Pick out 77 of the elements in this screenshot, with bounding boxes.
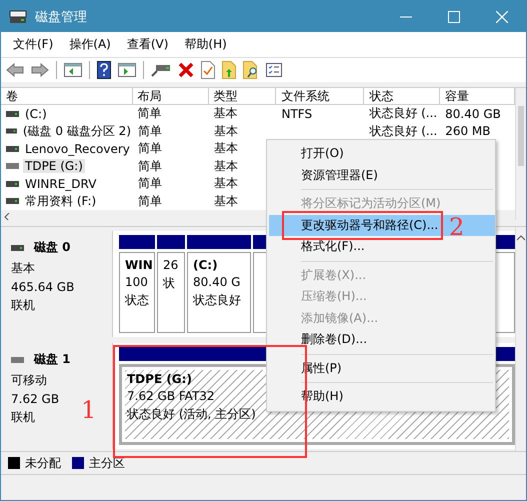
close-icon[interactable]: [496, 10, 508, 22]
table-cell-text: 状态良好 (...: [368, 105, 438, 122]
table-cell-text: NTFS: [280, 106, 314, 121]
drive-icon[interactable]: [151, 63, 171, 77]
partition-status: 状: [163, 275, 175, 292]
context-menu-item[interactable]: 删除卷(D)...: [269, 329, 495, 350]
legend-label: 未分配: [25, 454, 61, 472]
volume-name[interactable]: (C:): [23, 106, 49, 121]
menu-item[interactable]: 操作(A): [61, 36, 119, 53]
context-menu-item[interactable]: 资源管理器(E): [269, 164, 495, 186]
forward-arrow-icon[interactable]: [31, 63, 49, 77]
scroll-up-icon[interactable]: [517, 235, 525, 241]
menu-item[interactable]: 帮助(H): [176, 36, 235, 53]
disk-status: 联机: [11, 297, 36, 314]
table-cell-text: 基本: [213, 158, 239, 175]
annotation-number: 1: [81, 398, 96, 422]
partition-block[interactable]: 26 状: [157, 252, 185, 333]
table-cell-text: 基本: [213, 140, 239, 158]
partition-name: TDPE (G:): [127, 372, 192, 386]
folder-up-arrow-icon[interactable]: [222, 61, 236, 79]
partition-size: 7.62 GB FAT32: [127, 389, 215, 403]
column-header[interactable]: 类型: [208, 88, 276, 105]
table-cell-text: 基本: [213, 192, 239, 210]
partition-size: 80.40 G: [193, 275, 240, 289]
volume-name[interactable]: Lenovo_Recovery: [23, 142, 132, 156]
table-cell-text: 简单: [137, 175, 163, 192]
table-cell-text: 260 MB: [444, 124, 492, 138]
context-menu-item[interactable]: 格式化(F)...: [269, 236, 495, 258]
table-cell-text: 基本: [212, 122, 239, 140]
volume-name[interactable]: WINRE_DRV: [23, 176, 98, 191]
table-cell-text: 基本: [213, 175, 239, 192]
volume-name[interactable]: (磁盘 0 磁盘分区 2): [20, 122, 133, 140]
table-cell-text: 简单: [137, 122, 163, 140]
partition-status: 状态良好: [193, 292, 241, 309]
context-menu-item[interactable]: 打开(O): [269, 143, 495, 164]
partition-status: 状态良好 (活动, 主分区): [127, 406, 256, 423]
disk-name: 磁盘 1: [34, 351, 71, 368]
back-arrow-icon[interactable]: [6, 63, 24, 77]
table-cell-text: 简单: [137, 158, 163, 175]
disk-type: 基本: [11, 260, 36, 277]
volume-name[interactable]: TDPE (G:): [23, 159, 85, 174]
column-header[interactable]: 状态: [364, 88, 440, 105]
table-cell-text: 状态良好 (...: [368, 122, 438, 140]
partition-block[interactable]: WIN 100 状态: [119, 252, 155, 333]
disk-type: 可移动: [11, 372, 48, 389]
disk-size: 465.64 GB: [11, 280, 76, 294]
table-cell-text: 80.40 GB: [444, 106, 502, 121]
table-cell-text: 简单: [137, 140, 163, 158]
partition-name: WIN: [125, 258, 153, 272]
disk-name: 磁盘 0: [34, 239, 71, 256]
disk-size: 7.62 GB: [11, 392, 60, 406]
column-header[interactable]: 卷: [1, 88, 133, 105]
help-icon[interactable]: [97, 61, 111, 79]
partition-block[interactable]: (C:) 80.40 G 状态良好: [187, 252, 251, 333]
window-title: 磁盘管理: [35, 8, 87, 26]
panel-icon[interactable]: [118, 62, 136, 78]
annotation-number: 2: [449, 215, 464, 239]
folder-search-icon[interactable]: [243, 61, 259, 79]
partition-name: (C:): [193, 258, 218, 272]
volume-name[interactable]: 常用资料 (F:): [23, 192, 98, 210]
checklist-icon[interactable]: [266, 63, 282, 77]
column-header[interactable]: 布局: [132, 88, 209, 105]
partition-status: 状态: [125, 292, 149, 309]
menu-item[interactable]: 文件(F): [5, 36, 62, 53]
scroll-left-icon[interactable]: [4, 212, 10, 220]
delete-icon[interactable]: [178, 62, 194, 78]
maximize-icon[interactable]: [448, 10, 460, 22]
column-header[interactable]: 文件系统: [276, 88, 364, 105]
partition-size: 26: [163, 258, 178, 272]
disk-drive-icon: [9, 10, 27, 24]
partition-size: 100: [125, 275, 148, 289]
table-cell-text: 简单: [137, 192, 163, 210]
table-cell-text: 简单: [136, 105, 163, 122]
checked-document-icon[interactable]: [201, 61, 215, 79]
panel-icon[interactable]: [64, 62, 82, 78]
table-cell-text: 基本: [212, 105, 239, 122]
menu-item[interactable]: 查看(V): [118, 36, 176, 53]
